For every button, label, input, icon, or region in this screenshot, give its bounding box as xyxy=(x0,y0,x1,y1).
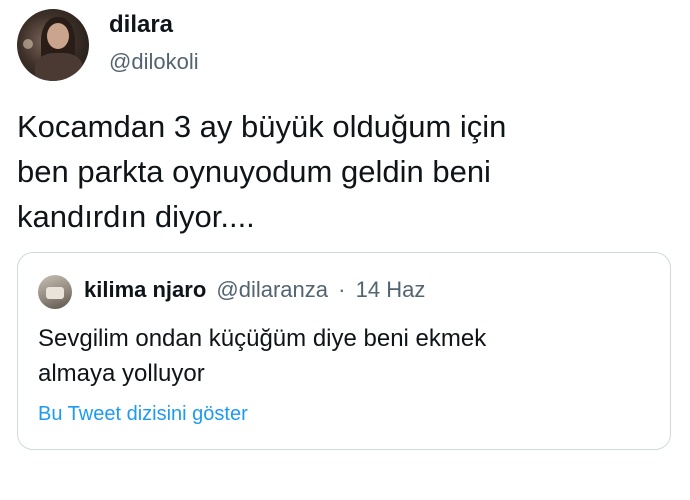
quoted-tweet-header: kilima njaro @dilaranza · 14 Haz xyxy=(84,275,425,305)
tweet-text: Kocamdan 3 ay büyük olduğum için ben par… xyxy=(17,109,507,234)
meta-separator: · xyxy=(338,277,346,302)
quoted-author-display-name[interactable]: kilima njaro xyxy=(84,277,206,302)
quoted-author-handle[interactable]: @dilaranza xyxy=(216,277,328,302)
tweet: dilara @dilokoli Kocamdan 3 ay büyük old… xyxy=(0,0,690,500)
avatar-background-light xyxy=(23,39,33,49)
avatar-body xyxy=(35,53,83,81)
avatar-face xyxy=(47,23,69,49)
show-thread-link[interactable]: Bu Tweet dizisini göster xyxy=(38,401,248,427)
quoted-tweet-date[interactable]: 14 Haz xyxy=(356,277,426,302)
avatar-image-detail xyxy=(46,287,64,299)
quoted-tweet-card[interactable]: kilima njaro @dilaranza · 14 Haz Sevgili… xyxy=(17,252,671,450)
author-display-name[interactable]: dilara xyxy=(109,10,173,40)
author-avatar[interactable] xyxy=(17,9,89,81)
quoted-author-avatar[interactable] xyxy=(38,275,72,309)
quoted-tweet-text: Sevgilim ondan küçüğüm diye beni ekmek a… xyxy=(38,325,487,387)
author-handle[interactable]: @dilokoli xyxy=(109,48,199,76)
